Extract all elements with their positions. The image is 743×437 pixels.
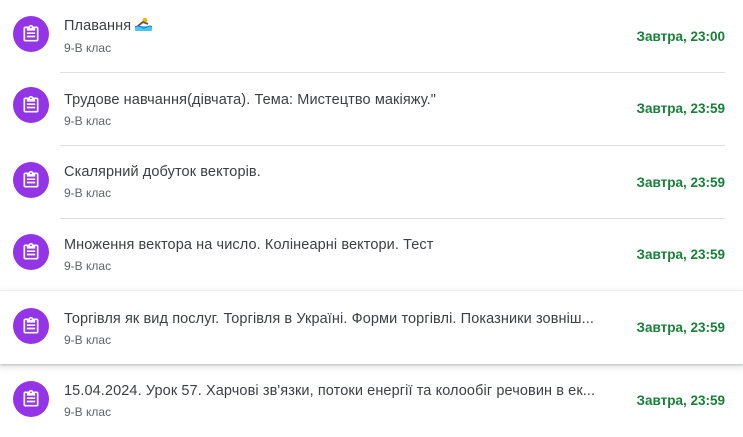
assignment-icon <box>13 162 49 198</box>
assignment-icon <box>13 87 49 123</box>
assignment-title: Скалярний добуток векторів. <box>64 164 261 180</box>
assignment-row[interactable]: Плавання 9-В клас Завтра, 23:00 <box>0 0 743 73</box>
assignment-due: Завтра, 23:00 <box>636 29 725 44</box>
assignment-icon <box>13 16 49 52</box>
assignment-due: Завтра, 23:59 <box>636 393 725 408</box>
assignment-due: Завтра, 23:59 <box>636 101 725 116</box>
assignment-title: 15.04.2024. Урок 57. Харчові зв'язки, по… <box>64 383 596 399</box>
assignment-due: Завтра, 23:59 <box>636 320 725 335</box>
assignment-class: 9-В клас <box>64 259 112 273</box>
assignment-class: 9-В клас <box>64 114 112 128</box>
assignment-class: 9-В клас <box>64 41 112 55</box>
assignment-icon <box>13 381 49 417</box>
assignment-icon <box>13 308 49 344</box>
assignment-class: 9-В клас <box>64 333 112 347</box>
assignment-class: 9-В клас <box>64 186 112 200</box>
assignment-row[interactable]: Скалярний добуток векторів. 9-В клас Зав… <box>0 146 743 219</box>
assignment-row[interactable]: Трудове навчання(дівчата). Тема: Мистецт… <box>0 73 743 146</box>
assignment-due: Завтра, 23:59 <box>636 247 725 262</box>
swimmer-emoji-icon <box>135 17 153 31</box>
assignment-icon <box>13 234 49 270</box>
assignment-class: 9-В клас <box>64 405 112 419</box>
assignment-row[interactable]: Множення вектора на число. Колінеарні ве… <box>0 219 743 292</box>
assignment-title: Плавання <box>64 17 609 34</box>
assignment-title: Множення вектора на число. Колінеарні ве… <box>64 237 434 253</box>
assignment-title-text: Плавання <box>64 18 132 34</box>
assignment-title: Трудове навчання(дівчата). Тема: Мистецт… <box>64 92 437 108</box>
assignment-row[interactable]: 15.04.2024. Урок 57. Харчові зв'язки, по… <box>0 364 743 437</box>
assignment-due: Завтра, 23:59 <box>636 175 725 190</box>
assignment-title: Торгівля як вид послуг. Торгівля в Украї… <box>64 311 595 327</box>
assignment-row[interactable]: Торгівля як вид послуг. Торгівля в Украї… <box>0 291 743 364</box>
